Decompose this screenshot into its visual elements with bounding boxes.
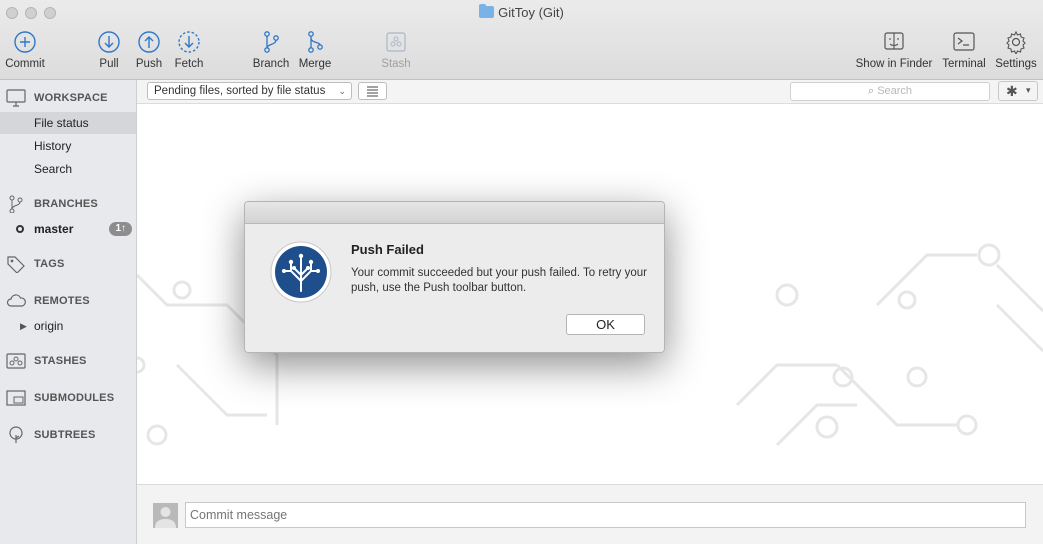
stash-label: Stash bbox=[381, 58, 411, 70]
list-view-button[interactable] bbox=[358, 82, 387, 100]
folder-icon bbox=[479, 4, 495, 18]
commit-icon bbox=[14, 31, 36, 53]
remote-name: origin bbox=[34, 319, 64, 333]
gear-icon: ✱ bbox=[1006, 83, 1018, 99]
sidebar-item-search[interactable]: Search bbox=[0, 158, 136, 180]
commit-message-input[interactable] bbox=[185, 502, 1026, 528]
options-menu-button[interactable]: ✱ ▾ bbox=[998, 81, 1038, 101]
ahead-badge: 1↑ bbox=[109, 222, 132, 236]
branch-icon bbox=[264, 31, 279, 53]
branch-name: master bbox=[34, 222, 74, 236]
merge-label: Merge bbox=[298, 58, 332, 70]
commit-button[interactable]: Commit bbox=[4, 30, 46, 70]
merge-icon bbox=[308, 31, 323, 53]
sourcetree-logo-icon bbox=[270, 241, 332, 303]
toolbar: GitToy (Git) Commit Pull Push Fetch Bran… bbox=[0, 0, 1043, 80]
ok-button[interactable]: OK bbox=[566, 314, 645, 335]
pull-icon bbox=[98, 31, 120, 53]
show-in-finder-label: Show in Finder bbox=[855, 58, 933, 70]
branch-icon bbox=[9, 195, 23, 213]
chevron-down-icon: ▾ bbox=[1026, 85, 1031, 95]
submodule-icon bbox=[6, 390, 26, 406]
stash-button[interactable]: Stash bbox=[379, 30, 413, 70]
chevron-down-icon: ⌄ bbox=[338, 86, 346, 96]
file-filter-label: Pending files, sorted by file status bbox=[154, 85, 326, 97]
disclosure-triangle-icon[interactable]: ▶ bbox=[20, 315, 27, 337]
commit-label: Commit bbox=[5, 58, 45, 70]
settings-button[interactable]: Settings bbox=[992, 30, 1040, 70]
push-label: Push bbox=[135, 58, 163, 70]
tree-icon bbox=[9, 426, 23, 443]
branch-label: Branch bbox=[252, 58, 290, 70]
dialog-message: Your commit succeeded but your push fail… bbox=[351, 267, 647, 294]
search-icon: ⌕ bbox=[867, 85, 875, 97]
dialog-titlebar bbox=[245, 202, 664, 224]
merge-button[interactable]: Merge bbox=[297, 30, 333, 70]
terminal-button[interactable]: Terminal bbox=[940, 30, 988, 70]
avatar bbox=[153, 503, 178, 528]
finder-icon bbox=[884, 32, 904, 50]
sidebar: WORKSPACE File status History Search BRA… bbox=[0, 80, 137, 544]
pull-button[interactable]: Pull bbox=[96, 30, 122, 70]
gear-icon bbox=[1006, 30, 1026, 54]
user-icon bbox=[155, 507, 176, 528]
sidebar-item-master[interactable]: master 1↑ bbox=[0, 218, 136, 240]
push-button[interactable]: Push bbox=[135, 30, 163, 70]
monitor-icon bbox=[6, 89, 26, 107]
show-in-finder-button[interactable]: Show in Finder bbox=[854, 30, 934, 70]
sidebar-item-origin[interactable]: ▶ origin bbox=[0, 315, 136, 337]
fetch-button[interactable]: Fetch bbox=[173, 30, 205, 70]
push-icon bbox=[138, 31, 160, 53]
terminal-label: Terminal bbox=[942, 58, 986, 70]
dialog-title: Push Failed bbox=[351, 242, 424, 257]
fetch-label: Fetch bbox=[174, 58, 204, 70]
commit-bar bbox=[137, 484, 1043, 544]
filter-bar: Pending files, sorted by file status ⌄ ⌕… bbox=[137, 80, 1043, 104]
settings-label: Settings bbox=[995, 58, 1037, 70]
tag-icon bbox=[7, 256, 25, 273]
search-input[interactable]: ⌕ Search bbox=[790, 82, 990, 101]
push-failed-dialog: Push Failed Your commit succeeded but yo… bbox=[244, 201, 665, 353]
fetch-icon bbox=[178, 31, 200, 53]
list-icon bbox=[367, 86, 378, 97]
current-branch-icon bbox=[16, 225, 24, 233]
terminal-icon bbox=[953, 32, 975, 51]
sidebar-item-history[interactable]: History bbox=[0, 135, 136, 157]
stash-icon bbox=[386, 32, 406, 52]
search-placeholder: Search bbox=[877, 85, 913, 97]
stash-icon bbox=[6, 353, 26, 369]
pull-label: Pull bbox=[99, 58, 119, 70]
cloud-icon bbox=[6, 294, 26, 307]
sidebar-item-file-status[interactable]: File status bbox=[0, 112, 136, 134]
branch-button[interactable]: Branch bbox=[252, 30, 290, 70]
window-title: GitToy (Git) bbox=[0, 4, 1043, 20]
file-filter-dropdown[interactable]: Pending files, sorted by file status ⌄ bbox=[147, 82, 352, 100]
